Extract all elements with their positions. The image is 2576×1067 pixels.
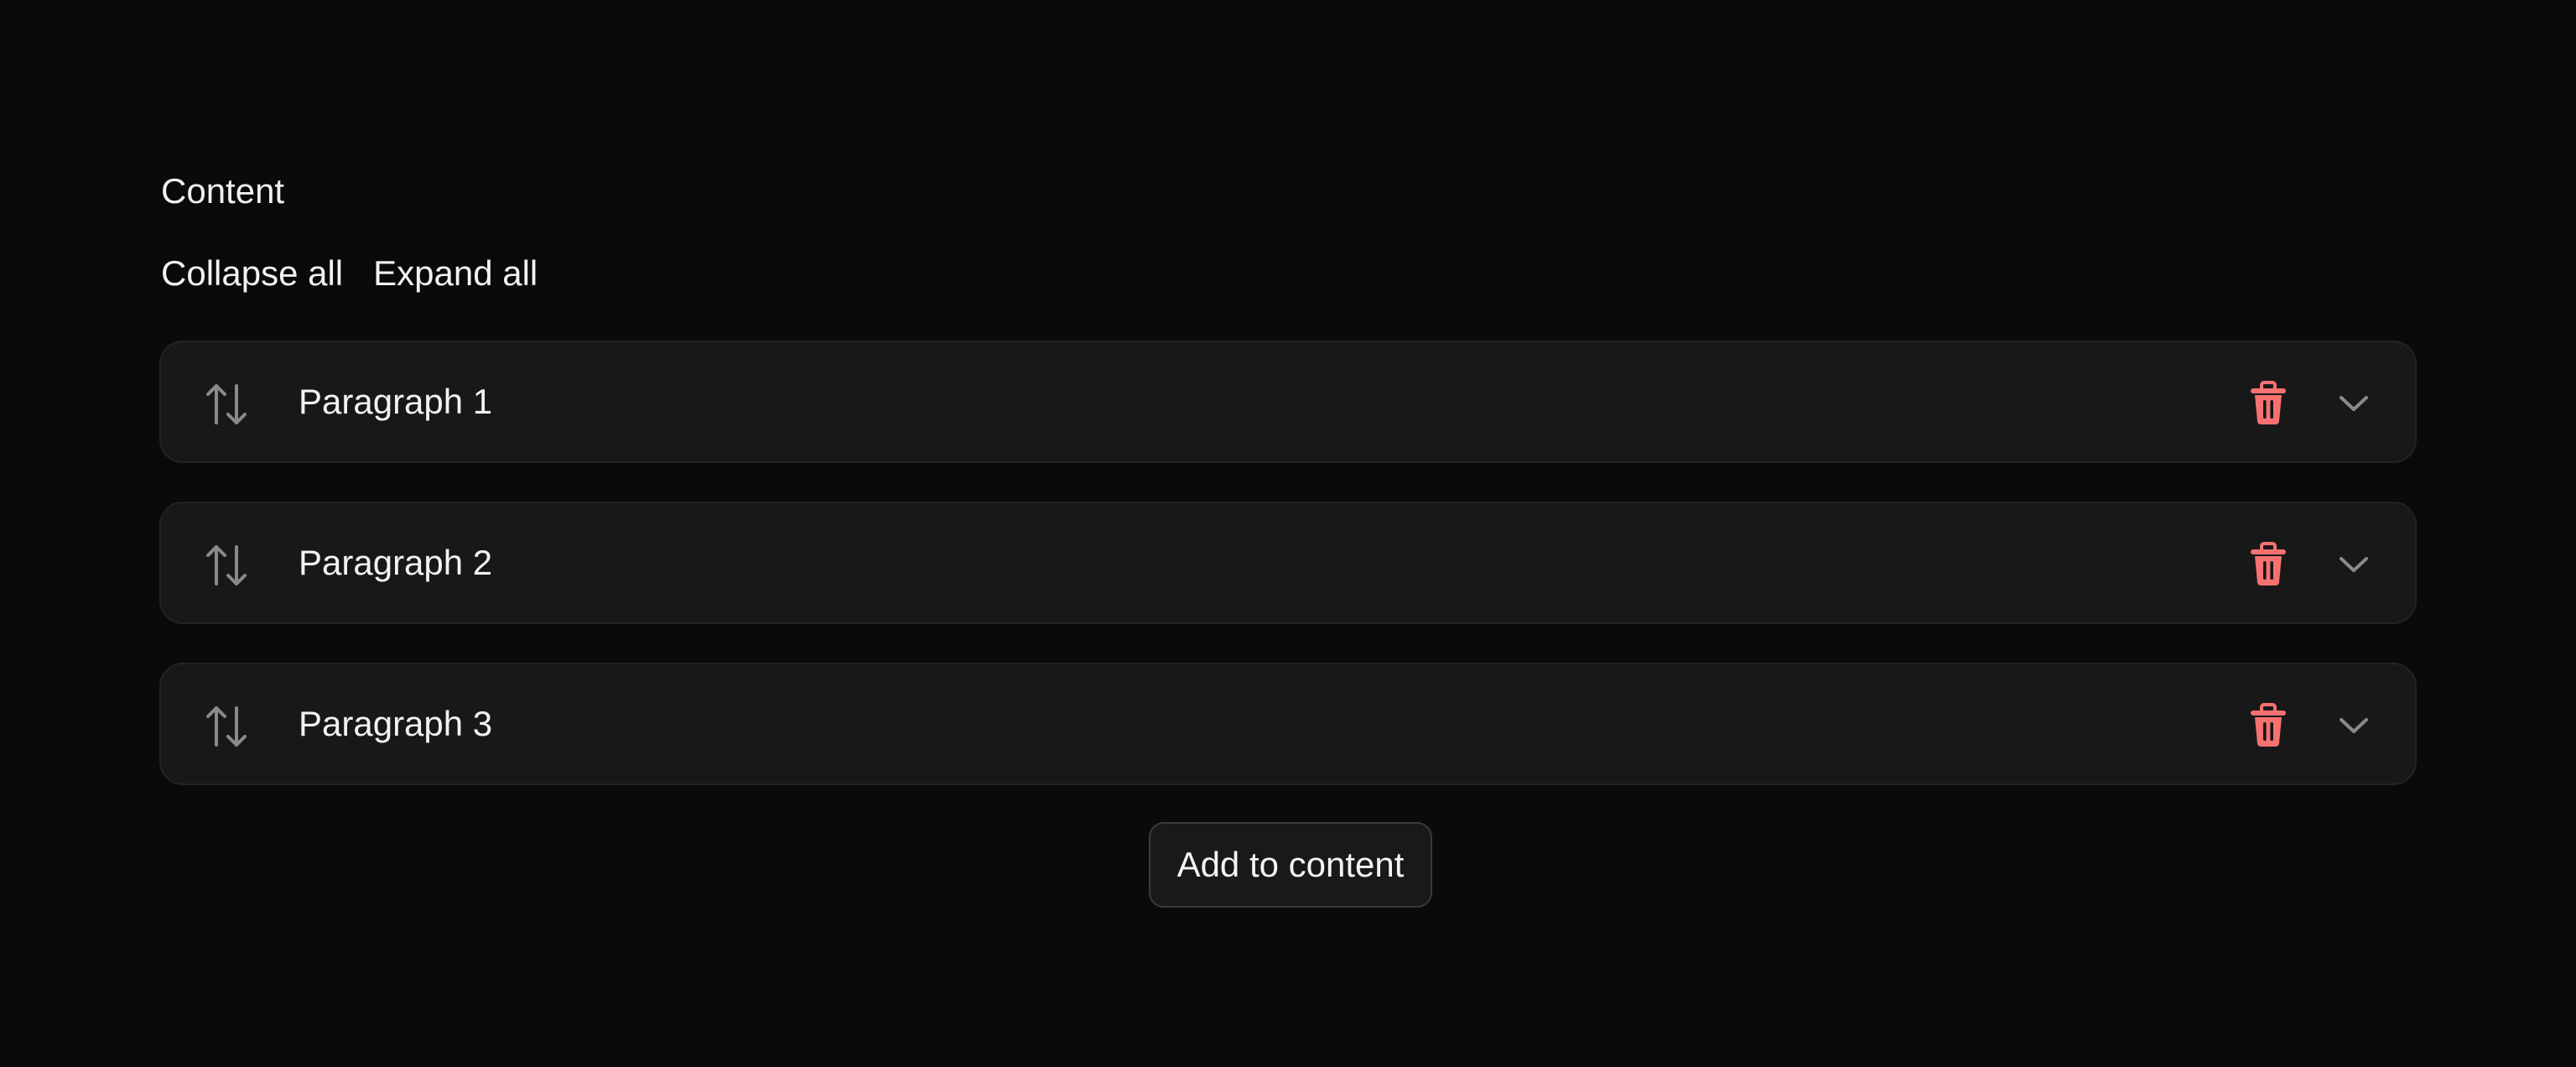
- block-row[interactable]: Paragraph 1: [159, 341, 2417, 463]
- block-row[interactable]: Paragraph 2: [159, 502, 2417, 624]
- block-title: Paragraph 2: [299, 543, 493, 582]
- trash-icon[interactable]: [2247, 381, 2289, 426]
- trash-icon[interactable]: [2247, 542, 2289, 587]
- add-button-container: Add to content: [161, 822, 2417, 908]
- section-label: Content: [161, 171, 285, 211]
- add-to-content-button[interactable]: Add to content: [1148, 822, 1433, 908]
- trash-icon[interactable]: [2247, 703, 2289, 748]
- content-editor: Content Collapse all Expand all Paragrap…: [159, 0, 2417, 1067]
- collapse-all-button[interactable]: Collapse all: [161, 250, 343, 297]
- arrows-up-down-icon[interactable]: [203, 703, 250, 748]
- chevron-down-icon[interactable]: [2338, 549, 2370, 580]
- arrows-up-down-icon[interactable]: [203, 542, 250, 587]
- toolbar: Collapse all Expand all: [161, 250, 538, 297]
- chevron-down-icon[interactable]: [2338, 710, 2370, 742]
- arrows-up-down-icon[interactable]: [203, 381, 250, 426]
- expand-all-button[interactable]: Expand all: [373, 250, 538, 297]
- block-row[interactable]: Paragraph 3: [159, 663, 2417, 785]
- chevron-down-icon[interactable]: [2338, 388, 2370, 419]
- block-title: Paragraph 3: [299, 704, 493, 743]
- block-title: Paragraph 1: [299, 382, 493, 421]
- block-list: Paragraph 1 Paragraph 2 Paragraph 3: [159, 341, 2417, 824]
